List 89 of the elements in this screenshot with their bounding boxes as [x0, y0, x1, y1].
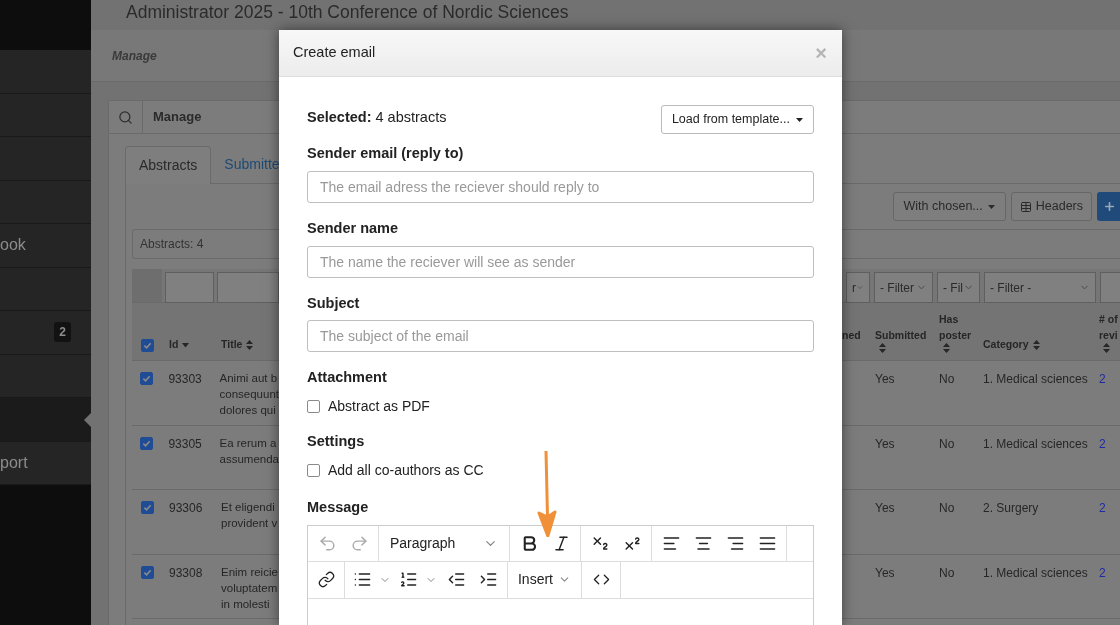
table-cell: Yes — [875, 501, 895, 515]
table-cell: No — [939, 565, 955, 580]
table-cell: 2. Surgery — [983, 501, 1039, 515]
plus-icon — [1103, 200, 1116, 213]
panel-title: Manage — [153, 108, 202, 127]
table-cell: Yes — [875, 372, 895, 386]
filter-dropdown[interactable]: - Filter - — [984, 272, 1096, 303]
field-label: Sender name — [307, 218, 400, 238]
checkbox[interactable] — [140, 501, 154, 514]
checkmark-icon — [142, 567, 152, 577]
checkbox[interactable] — [307, 463, 320, 477]
table-cell: 1. Medical sciences — [983, 565, 1088, 580]
text-field[interactable]: The email adress the reciever should reply to — [307, 170, 814, 203]
table-cell-text: Ea rerum a assumenda — [218, 435, 279, 467]
table-cell: Yes — [875, 436, 895, 451]
table-cell: Yes — [875, 565, 895, 580]
tab[interactable]: Submitte — [211, 145, 279, 183]
table-cell-text: 93305 — [167, 435, 203, 453]
table-cell: No — [939, 372, 955, 386]
column-header[interactable]: ned — [842, 327, 861, 343]
caret-icon — [987, 204, 995, 209]
table-cell-text: Enim reicie voluptatem in molesti — [220, 564, 278, 612]
filter-input[interactable] — [165, 272, 214, 303]
table-icon — [1019, 200, 1032, 213]
table-cell: No — [939, 501, 955, 515]
breadcrumb[interactable]: Manage — [112, 46, 157, 65]
review-count-link[interactable]: 2 — [1099, 372, 1106, 386]
review-count-link[interactable]: 2 — [1099, 436, 1106, 451]
sort-down-icon[interactable] — [182, 342, 190, 348]
checkbox[interactable] — [140, 339, 154, 352]
checkmark-icon — [142, 374, 152, 383]
sort-icon[interactable] — [246, 340, 254, 351]
checkbox-label[interactable]: Abstract as PDF — [328, 396, 430, 417]
close-button[interactable]: × — [815, 43, 828, 63]
field-label: Subject — [307, 293, 361, 313]
text-field[interactable]: The name the reciever will see as sender — [307, 245, 814, 278]
field-label: Sender email (reply to) — [307, 144, 465, 163]
add-button[interactable] — [1097, 192, 1120, 221]
checkbox[interactable] — [307, 400, 320, 413]
filter-dropdown[interactable]: - Filter — [874, 272, 933, 303]
insert-dropdown[interactable]: Insert — [508, 561, 582, 598]
checkbox[interactable] — [140, 565, 154, 579]
filter-input[interactable] — [217, 272, 279, 303]
sidebar-item[interactable]: 2 — [0, 311, 91, 355]
table-cell: 1. Medical sciences — [983, 372, 1088, 386]
column-header[interactable]: Category — [983, 337, 1029, 353]
table-cell: 1. Medical sciences — [983, 436, 1088, 451]
text-field[interactable]: The subject of the email — [307, 320, 814, 353]
selection-summary: Selected: 4 abstracts — [307, 108, 447, 127]
checkmark-icon — [142, 503, 152, 512]
sidebar-item[interactable]: ook — [0, 224, 91, 268]
table-cell-text: Et eligendi provident v — [220, 500, 278, 531]
count-badge: 2 — [54, 322, 71, 343]
column-header[interactable]: # of revi — [1099, 311, 1120, 343]
column-header[interactable]: Title — [221, 337, 243, 353]
section-label: Message — [307, 497, 370, 517]
tab[interactable]: Abstracts — [125, 146, 212, 184]
table-cell-text: 93308 — [168, 564, 204, 582]
page-title: Administrator 2025 - 10th Conference of Nordic Sciences — [126, 1, 569, 24]
checkmark-icon — [142, 341, 152, 350]
review-count-link[interactable]: 2 — [1099, 565, 1106, 580]
caret-icon — [796, 117, 803, 122]
sort-icon[interactable] — [879, 343, 886, 353]
column-header[interactable]: Id — [169, 337, 179, 353]
column-header[interactable]: Has poster — [939, 311, 973, 343]
checkmark-icon — [142, 438, 152, 448]
filter-dropdown[interactable]: - Fil — [937, 272, 980, 303]
dialog-title: Create email — [293, 43, 376, 63]
table-cell: No — [939, 436, 955, 451]
section-label: Settings — [307, 432, 366, 451]
headers-button[interactable]: Headers — [1010, 192, 1092, 221]
sort-icon[interactable] — [943, 343, 950, 353]
checkbox-label[interactable]: Add all co-authors as CC — [328, 459, 484, 481]
checkbox[interactable] — [140, 436, 154, 450]
sidebar-item[interactable]: port — [0, 441, 91, 485]
sort-icon[interactable] — [1032, 340, 1040, 351]
filter-dropdown[interactable]: r — [846, 272, 870, 303]
table-cell-text: 93303 — [167, 371, 203, 388]
template-dropdown[interactable]: Load from template... — [660, 105, 814, 134]
abstract-count: Abstracts: 4 — [140, 236, 204, 253]
table-cell-text: Animi aut b consequunt dolores qui — [218, 371, 279, 418]
review-count-link[interactable]: 2 — [1099, 501, 1106, 515]
table-cell-text: 93306 — [168, 500, 204, 517]
column-header[interactable]: Submitted — [875, 327, 927, 343]
checkbox[interactable] — [140, 372, 154, 385]
bulk-action-dropdown[interactable]: With chosen... — [892, 192, 1006, 221]
section-label: Attachment — [307, 368, 388, 388]
block-format-dropdown[interactable]: Paragraph — [379, 525, 510, 561]
sort-icon[interactable] — [1103, 343, 1110, 353]
